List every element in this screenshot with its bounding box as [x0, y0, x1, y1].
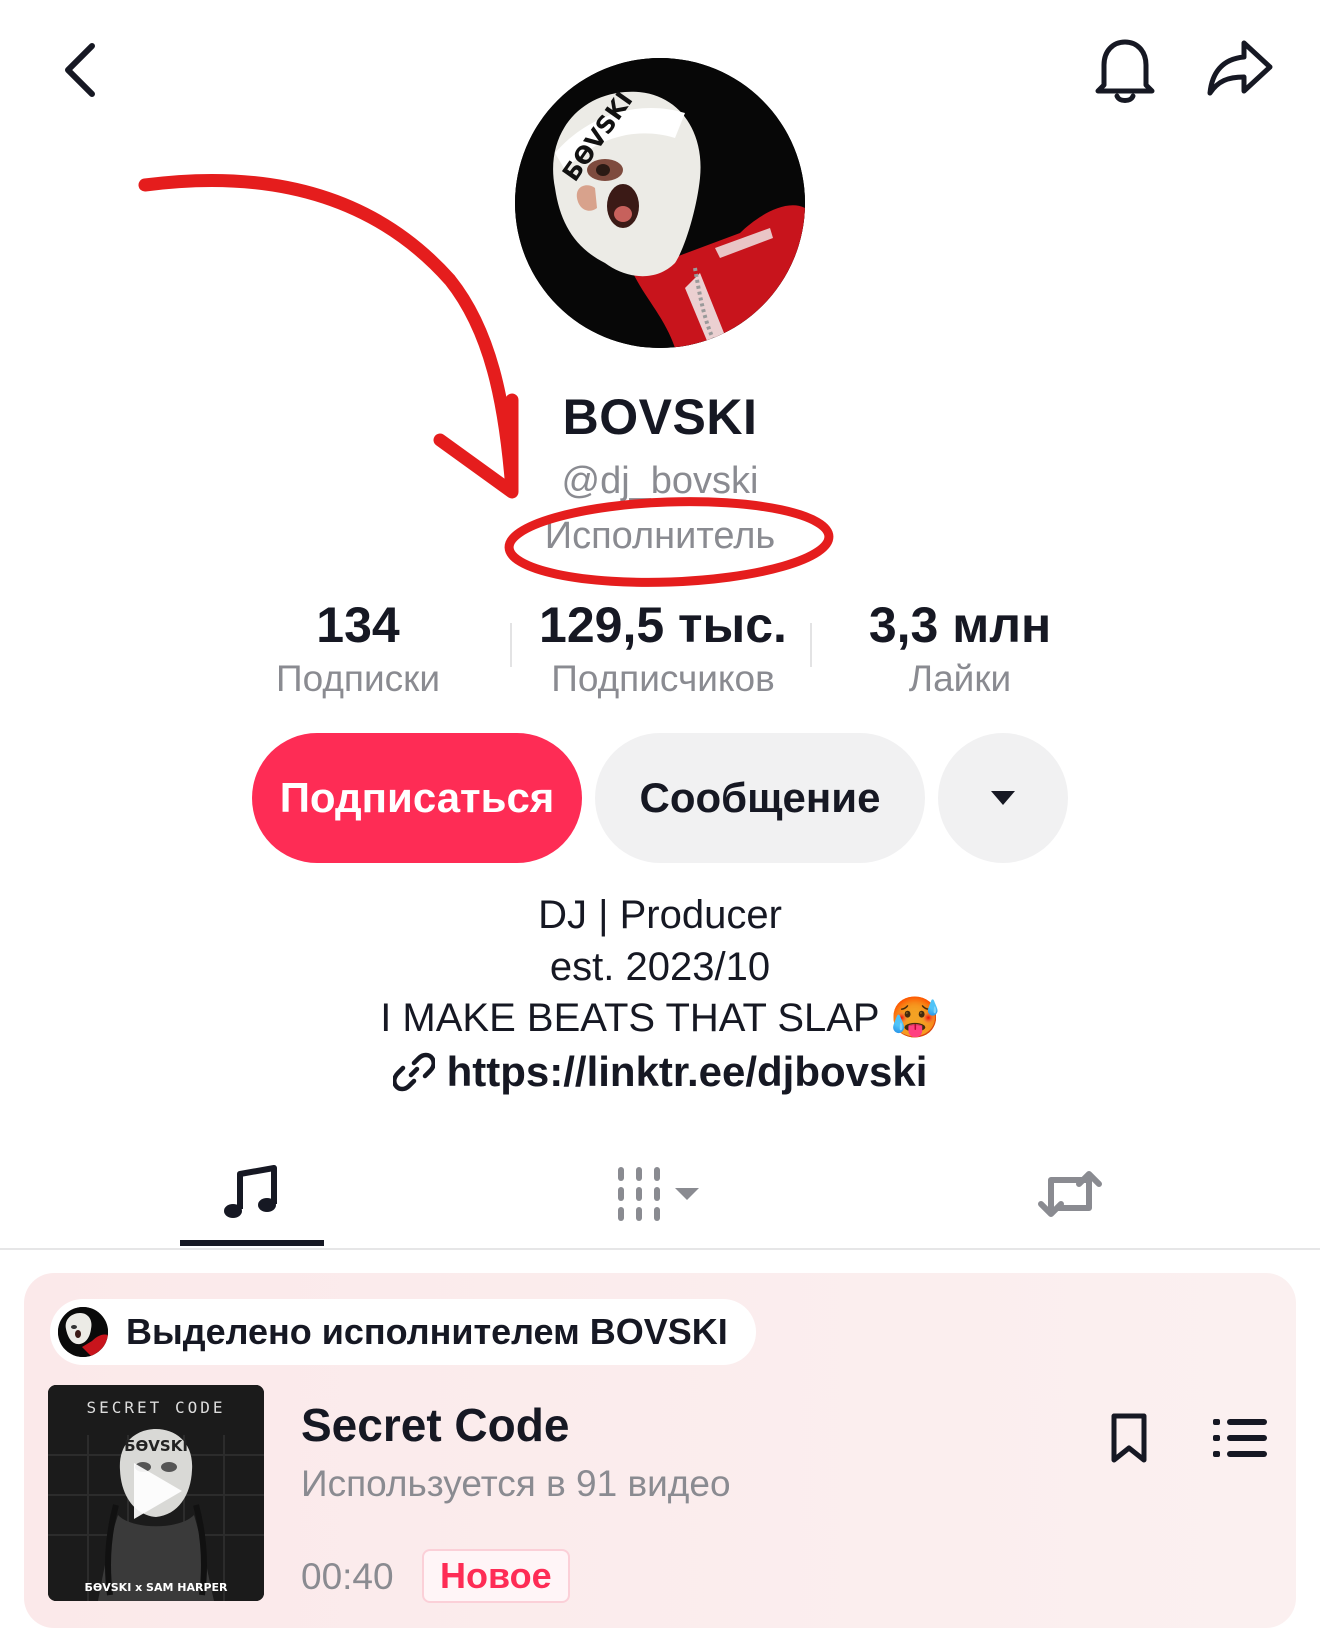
stats-row: 134 Подписки 129,5 тыс. Подписчиков 3,3 … [0, 595, 1320, 705]
active-tab-indicator [180, 1240, 324, 1246]
notifications-button[interactable] [1080, 24, 1170, 114]
music-note-icon [224, 1165, 277, 1218]
stat-divider [510, 623, 512, 667]
link-icon [392, 1052, 435, 1092]
stat-divider [810, 623, 812, 667]
stat-likes[interactable]: 3,3 млн Лайки [830, 595, 1090, 703]
featured-by-artist-pill: Выделено исполнителем BOVSKI [50, 1299, 756, 1365]
profile-handle: @dj_bovski [561, 460, 759, 502]
track-duration: 00:40 [301, 1556, 394, 1597]
svg-text:БƟVSKI x SAM HARPER: БƟVSKI x SAM HARPER [85, 1581, 229, 1594]
tab-reposts[interactable] [960, 1140, 1180, 1248]
track-usage-count: Используется в 91 видео [301, 1463, 731, 1504]
bio-link-text[interactable]: https://linktr.ee/djbovski [447, 1048, 928, 1096]
message-button[interactable]: Сообщение [595, 733, 925, 863]
content-tabs [0, 1140, 1320, 1250]
svg-text:БƟVSKI: БƟVSKI [124, 1437, 188, 1455]
playlist-icon [1213, 1419, 1267, 1457]
bookmark-button[interactable] [1094, 1403, 1164, 1473]
bio-line: DJ | Producer [538, 893, 782, 937]
tab-videos[interactable] [550, 1140, 770, 1248]
tab-music[interactable] [140, 1140, 360, 1248]
grid-filter-icon [618, 1167, 699, 1221]
share-arrow-icon [1207, 40, 1273, 96]
svg-text:SECRET CODE: SECRET CODE [87, 1398, 226, 1417]
stat-following-value: 134 [316, 597, 400, 653]
chevron-left-icon [65, 43, 95, 97]
bio-link[interactable]: https://linktr.ee/djbovski [0, 1048, 1320, 1096]
more-options-button[interactable] [938, 733, 1068, 863]
track-cover[interactable]: SECRET CODE БƟVSKI БƟVSKI x SAM HARPER [48, 1385, 264, 1601]
stat-likes-label: Лайки [908, 658, 1012, 699]
track-title[interactable]: Secret Code [301, 1398, 569, 1452]
follow-button[interactable]: Подписаться [252, 733, 582, 863]
bio-line: est. 2023/10 [549, 945, 771, 989]
stat-likes-value: 3,3 млн [868, 597, 1052, 653]
profile-name: BOVSKI [562, 389, 758, 445]
stat-followers-label: Подписчиков [551, 658, 775, 699]
new-badge: Новое [422, 1549, 570, 1603]
bell-icon [1095, 39, 1155, 103]
profile-role-label: Исполнитель [544, 515, 776, 557]
stat-followers-value: 129,5 тыс. [539, 597, 787, 653]
share-button[interactable] [1195, 24, 1285, 114]
bio-line: I MAKE BEATS THAT SLAP 🥵 [380, 996, 940, 1040]
featured-track-card[interactable]: Выделено исполнителем BOVSKI SECRET CODE… [24, 1273, 1296, 1628]
stat-followers[interactable]: 129,5 тыс. Подписчиков [528, 595, 798, 703]
featured-by-text: Выделено исполнителем BOVSKI [126, 1311, 728, 1352]
playlist-button[interactable] [1200, 1403, 1280, 1473]
profile-avatar[interactable]: БƟVSKI [515, 58, 805, 348]
play-icon[interactable] [126, 1459, 186, 1523]
artist-mini-avatar [58, 1307, 108, 1357]
caret-down-icon [991, 791, 1015, 805]
avatar-photo: БƟVSKI [515, 58, 805, 348]
stat-following-label: Подписки [275, 658, 440, 699]
stat-following[interactable]: 134 Подписки [228, 595, 488, 703]
bookmark-icon [1111, 1413, 1147, 1463]
back-button[interactable] [40, 30, 120, 110]
repost-icon [1038, 1171, 1102, 1217]
